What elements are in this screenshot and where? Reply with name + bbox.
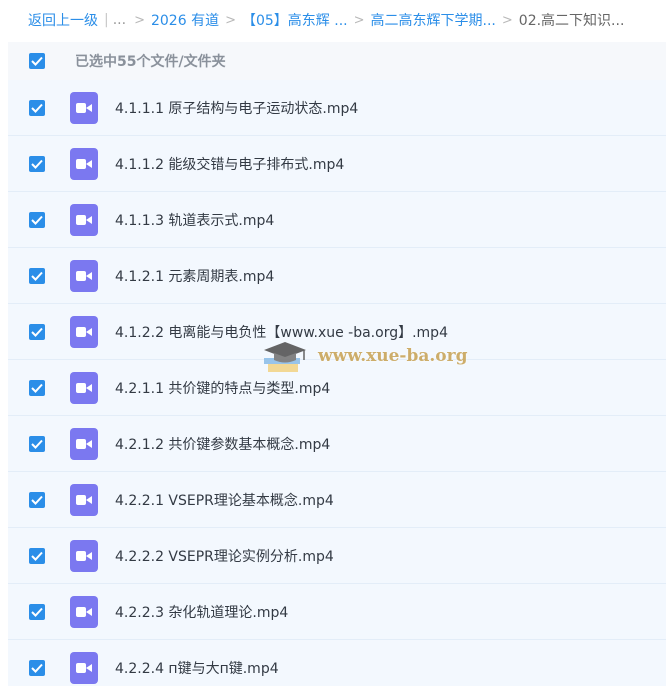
selection-bar: 已选中55个文件/文件夹: [8, 42, 666, 80]
file-name[interactable]: 4.1.1.3 轨道表示式.mp4: [115, 210, 274, 230]
file-checkbox[interactable]: [29, 603, 45, 620]
check-icon: [31, 56, 43, 66]
video-icon: [70, 91, 98, 124]
check-icon: [31, 607, 43, 617]
file-checkbox[interactable]: [29, 659, 45, 676]
check-icon: [31, 271, 43, 281]
video-icon: [70, 595, 98, 628]
file-name[interactable]: 4.1.1.1 原子结构与电子运动状态.mp4: [115, 98, 358, 118]
file-row[interactable]: 4.2.1.1 共价键的特点与类型.mp4: [8, 360, 666, 416]
select-all-checkbox[interactable]: [29, 53, 45, 69]
check-icon: [31, 551, 43, 561]
video-icon: [70, 371, 98, 404]
check-icon: [31, 103, 43, 113]
video-icon: [70, 259, 98, 292]
video-icon: [70, 483, 98, 516]
breadcrumb-item[interactable]: 【05】高东辉 ...: [242, 10, 348, 30]
video-icon: [70, 427, 98, 460]
video-icon: [70, 203, 98, 236]
file-row[interactable]: 4.2.1.2 共价键参数基本概念.mp4: [8, 416, 666, 472]
file-row[interactable]: 4.1.1.1 原子结构与电子运动状态.mp4: [8, 80, 666, 136]
file-checkbox[interactable]: [29, 211, 45, 228]
file-checkbox[interactable]: [29, 155, 45, 172]
check-icon: [31, 327, 43, 337]
chevron-right-icon: >: [501, 12, 513, 28]
check-icon: [31, 495, 43, 505]
breadcrumb: 返回上一级 | ... > 2026 有道 > 【05】高东辉 ... > 高二…: [28, 0, 658, 40]
check-icon: [31, 439, 43, 449]
file-row[interactable]: 4.1.1.3 轨道表示式.mp4: [8, 192, 666, 248]
breadcrumb-current: 02.高二下知识...: [518, 13, 625, 29]
file-name[interactable]: 4.1.2.2 电离能与电负性【www.xue -ba.org】.mp4: [115, 322, 448, 342]
check-icon: [31, 215, 43, 225]
file-row[interactable]: 4.1.2.2 电离能与电负性【www.xue -ba.org】.mp4: [8, 304, 666, 360]
file-row[interactable]: 4.2.2.4 п键与大п键.mp4: [8, 640, 666, 686]
selection-count-label: 已选中55个文件/文件夹: [75, 54, 226, 70]
chevron-right-icon: >: [134, 12, 145, 28]
breadcrumb-item[interactable]: 高二高东辉下学期...: [371, 10, 496, 30]
breadcrumb-item[interactable]: 2026 有道: [151, 10, 219, 30]
chevron-right-icon: >: [353, 12, 365, 28]
breadcrumb-divider: |: [104, 12, 109, 28]
file-row[interactable]: 4.1.2.1 元素周期表.mp4: [8, 248, 666, 304]
video-icon: [70, 539, 98, 572]
breadcrumb-ellipsis[interactable]: ...: [113, 12, 126, 28]
file-name[interactable]: 4.2.2.3 杂化轨道理论.mp4: [115, 602, 288, 622]
check-icon: [31, 159, 43, 169]
file-checkbox[interactable]: [29, 547, 45, 564]
file-list: 4.1.1.1 原子结构与电子运动状态.mp4 4.1.1.2 能级交错与电子排布…: [8, 80, 666, 686]
file-checkbox[interactable]: [29, 491, 45, 508]
back-link[interactable]: 返回上一级: [28, 10, 98, 30]
check-icon: [31, 663, 43, 673]
video-icon: [70, 651, 98, 684]
file-name[interactable]: 4.1.2.1 元素周期表.mp4: [115, 266, 274, 286]
file-name[interactable]: 4.2.1.2 共价键参数基本概念.mp4: [115, 434, 330, 454]
file-name[interactable]: 4.2.2.4 п键与大п键.mp4: [115, 658, 279, 678]
file-name[interactable]: 4.2.2.1 VSEPR理论基本概念.mp4: [115, 490, 334, 510]
file-row[interactable]: 4.2.2.3 杂化轨道理论.mp4: [8, 584, 666, 640]
file-name[interactable]: 4.2.1.1 共价键的特点与类型.mp4: [115, 378, 330, 398]
file-row[interactable]: 4.2.2.2 VSEPR理论实例分析.mp4: [8, 528, 666, 584]
check-icon: [31, 383, 43, 393]
file-name[interactable]: 4.1.1.2 能级交错与电子排布式.mp4: [115, 154, 344, 174]
file-checkbox[interactable]: [29, 323, 45, 340]
file-checkbox[interactable]: [29, 99, 45, 116]
file-browser: 返回上一级 | ... > 2026 有道 > 【05】高东辉 ... > 高二…: [0, 0, 666, 686]
file-checkbox[interactable]: [29, 379, 45, 396]
video-icon: [70, 315, 98, 348]
file-checkbox[interactable]: [29, 435, 45, 452]
file-checkbox[interactable]: [29, 267, 45, 284]
video-icon: [70, 147, 98, 180]
file-name[interactable]: 4.2.2.2 VSEPR理论实例分析.mp4: [115, 546, 334, 566]
file-row[interactable]: 4.2.2.1 VSEPR理论基本概念.mp4: [8, 472, 666, 528]
file-row[interactable]: 4.1.1.2 能级交错与电子排布式.mp4: [8, 136, 666, 192]
chevron-right-icon: >: [225, 12, 236, 28]
